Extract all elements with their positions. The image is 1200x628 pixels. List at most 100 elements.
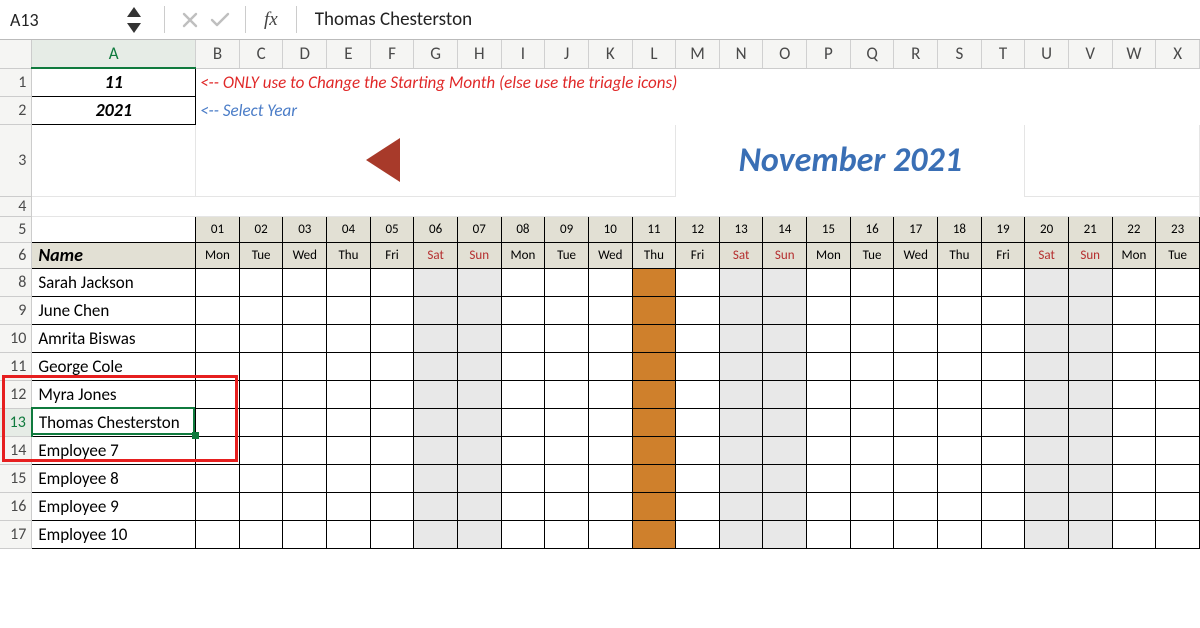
schedule-cell[interactable] [545, 492, 589, 520]
schedule-cell[interactable] [981, 380, 1025, 408]
schedule-cell[interactable] [501, 352, 545, 380]
schedule-cell[interactable] [981, 352, 1025, 380]
schedule-cell[interactable] [763, 380, 807, 408]
employee-name-cell[interactable]: Employee 10 [32, 520, 196, 548]
schedule-cell[interactable] [763, 436, 807, 464]
schedule-cell[interactable] [327, 296, 371, 324]
schedule-cell[interactable] [457, 492, 501, 520]
schedule-cell[interactable] [327, 520, 371, 548]
schedule-cell[interactable] [501, 464, 545, 492]
schedule-cell[interactable] [239, 464, 283, 492]
schedule-cell[interactable] [894, 436, 938, 464]
schedule-cell[interactable] [763, 464, 807, 492]
row-header[interactable]: 15 [0, 464, 32, 492]
col-header[interactable]: H [457, 40, 501, 68]
schedule-cell[interactable] [632, 352, 676, 380]
schedule-cell[interactable] [1068, 380, 1112, 408]
schedule-cell[interactable] [894, 492, 938, 520]
schedule-cell[interactable] [1025, 492, 1069, 520]
schedule-cell[interactable] [938, 352, 982, 380]
schedule-cell[interactable] [457, 380, 501, 408]
schedule-cell[interactable] [501, 324, 545, 352]
schedule-cell[interactable] [676, 492, 720, 520]
col-header[interactable]: X [1156, 40, 1200, 68]
schedule-cell[interactable] [283, 436, 327, 464]
schedule-cell[interactable] [676, 352, 720, 380]
schedule-cell[interactable] [763, 520, 807, 548]
schedule-cell[interactable] [196, 380, 240, 408]
schedule-cell[interactable] [894, 408, 938, 436]
schedule-cell[interactable] [894, 352, 938, 380]
schedule-cell[interactable] [1068, 520, 1112, 548]
schedule-cell[interactable] [938, 408, 982, 436]
schedule-cell[interactable] [763, 492, 807, 520]
schedule-cell[interactable] [1068, 436, 1112, 464]
schedule-cell[interactable] [763, 408, 807, 436]
schedule-cell[interactable] [588, 352, 632, 380]
schedule-cell[interactable] [545, 324, 589, 352]
name-box-spinner[interactable] [116, 0, 152, 39]
col-header[interactable]: D [283, 40, 327, 68]
schedule-cell[interactable] [588, 492, 632, 520]
schedule-cell[interactable] [1025, 408, 1069, 436]
schedule-cell[interactable] [719, 436, 763, 464]
schedule-cell[interactable] [1156, 352, 1200, 380]
schedule-cell[interactable] [676, 408, 720, 436]
schedule-cell[interactable] [501, 296, 545, 324]
schedule-cell[interactable] [588, 296, 632, 324]
schedule-cell[interactable] [807, 296, 851, 324]
schedule-cell[interactable] [894, 324, 938, 352]
schedule-cell[interactable] [1112, 464, 1156, 492]
schedule-cell[interactable] [283, 464, 327, 492]
schedule-cell[interactable] [850, 352, 894, 380]
schedule-cell[interactable] [981, 296, 1025, 324]
schedule-cell[interactable] [239, 520, 283, 548]
schedule-cell[interactable] [414, 436, 458, 464]
schedule-cell[interactable] [981, 464, 1025, 492]
schedule-cell[interactable] [632, 520, 676, 548]
schedule-cell[interactable] [327, 492, 371, 520]
schedule-cell[interactable] [850, 520, 894, 548]
schedule-cell[interactable] [545, 352, 589, 380]
schedule-cell[interactable] [894, 380, 938, 408]
schedule-cell[interactable] [545, 520, 589, 548]
schedule-cell[interactable] [588, 520, 632, 548]
schedule-cell[interactable] [370, 492, 414, 520]
employee-name-cell[interactable]: Thomas Chesterston [32, 408, 196, 436]
col-header[interactable]: O [763, 40, 807, 68]
schedule-cell[interactable] [719, 380, 763, 408]
schedule-cell[interactable] [501, 436, 545, 464]
schedule-cell[interactable] [283, 408, 327, 436]
schedule-cell[interactable] [1068, 268, 1112, 296]
row-header[interactable]: 6 [0, 242, 32, 268]
employee-name-cell[interactable]: Employee 9 [32, 492, 196, 520]
schedule-cell[interactable] [501, 380, 545, 408]
schedule-cell[interactable] [894, 268, 938, 296]
schedule-cell[interactable] [196, 492, 240, 520]
schedule-cell[interactable] [545, 268, 589, 296]
row-header[interactable]: 1 [0, 68, 32, 96]
schedule-cell[interactable] [370, 380, 414, 408]
schedule-cell[interactable] [1025, 352, 1069, 380]
col-header[interactable]: W [1112, 40, 1156, 68]
schedule-cell[interactable] [676, 268, 720, 296]
row-header[interactable]: 13 [0, 408, 32, 436]
schedule-cell[interactable] [938, 268, 982, 296]
employee-name-cell[interactable]: Myra Jones [32, 380, 196, 408]
schedule-cell[interactable] [1025, 268, 1069, 296]
schedule-cell[interactable] [1156, 464, 1200, 492]
schedule-cell[interactable] [414, 296, 458, 324]
schedule-cell[interactable] [981, 268, 1025, 296]
schedule-cell[interactable] [239, 408, 283, 436]
schedule-cell[interactable] [938, 380, 982, 408]
schedule-cell[interactable] [196, 520, 240, 548]
schedule-cell[interactable] [196, 296, 240, 324]
employee-name-cell[interactable]: Employee 8 [32, 464, 196, 492]
confirm-icon[interactable] [207, 7, 233, 33]
employee-name-cell[interactable]: Employee 7 [32, 436, 196, 464]
schedule-cell[interactable] [1112, 492, 1156, 520]
schedule-cell[interactable] [807, 268, 851, 296]
schedule-cell[interactable] [763, 296, 807, 324]
schedule-cell[interactable] [588, 380, 632, 408]
schedule-cell[interactable] [719, 520, 763, 548]
